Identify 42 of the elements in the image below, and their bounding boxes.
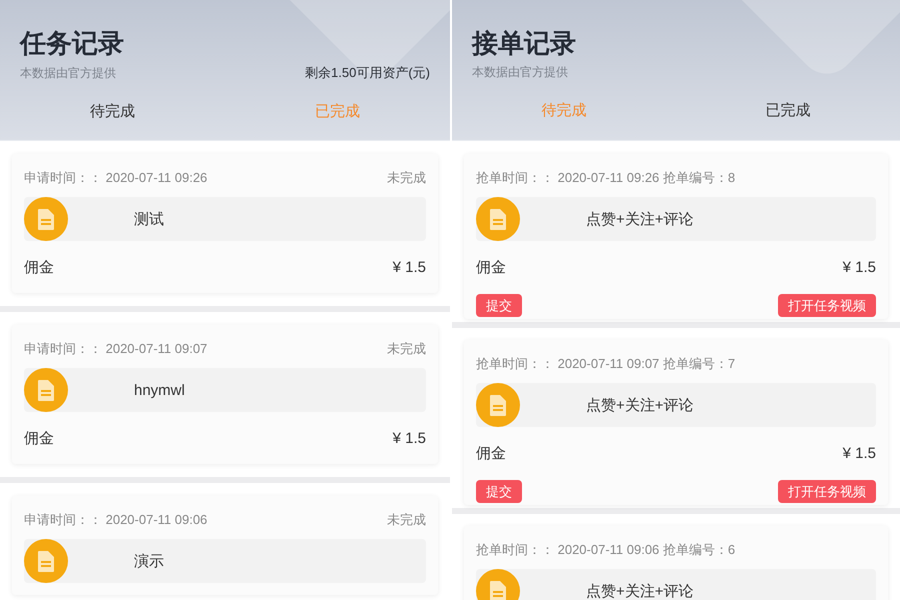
- document-icon: [24, 539, 68, 583]
- tab[interactable]: 已完成: [766, 95, 810, 126]
- task-name: 测试: [134, 210, 164, 228]
- time-text: 申请时间：： 2020-07-11 09:26: [24, 169, 208, 187]
- time-text: 申请时间：： 2020-07-11 09:06: [24, 511, 208, 529]
- task-name: hnymwl: [134, 382, 185, 398]
- commission-label: 佣金: [24, 429, 54, 449]
- status-text: 未完成: [387, 169, 426, 187]
- commission-amount: ¥ 1.5: [392, 429, 426, 449]
- status-text: 未完成: [387, 511, 426, 529]
- time-text: 抢单时间：： 2020-07-11 09:26 抢单编号：8: [476, 169, 736, 187]
- commission-amount: ¥ 1.5: [842, 444, 876, 464]
- subtitle: 本数据由官方提供: [20, 65, 116, 82]
- time-text: 抢单时间：： 2020-07-11 09:06 抢单编号：6: [476, 541, 736, 559]
- document-icon: [24, 197, 68, 241]
- commission-amount: ¥ 1.5: [392, 258, 426, 278]
- open-video-button[interactable]: 打开任务视频: [778, 480, 876, 503]
- tab[interactable]: 待完成: [90, 96, 135, 127]
- commission-label: 佣金: [476, 258, 506, 278]
- commission-label: 佣金: [476, 444, 506, 464]
- commission-amount: ¥ 1.5: [842, 258, 876, 278]
- submit-button[interactable]: 提交: [476, 480, 522, 503]
- commission-label: 佣金: [24, 258, 54, 278]
- page-title: 任务记录: [20, 27, 125, 60]
- status-text: 未完成: [387, 340, 426, 358]
- balance-text: 剩余1.50可用资产(元): [305, 64, 430, 82]
- time-text: 申请时间：： 2020-07-11 09:07: [24, 340, 208, 358]
- document-icon: [476, 197, 520, 241]
- tab[interactable]: 待完成: [542, 95, 586, 126]
- page-title: 接单记录: [472, 27, 577, 60]
- submit-button[interactable]: 提交: [476, 294, 522, 317]
- task-name: 演示: [134, 552, 164, 570]
- subtitle: 本数据由官方提供: [472, 64, 568, 81]
- document-icon: [476, 569, 520, 600]
- task-name: 点赞+关注+评论: [586, 210, 694, 228]
- task-name: 点赞+关注+评论: [586, 396, 694, 414]
- time-text: 抢单时间：： 2020-07-11 09:07 抢单编号：7: [476, 355, 736, 373]
- tab[interactable]: 已完成: [315, 96, 360, 127]
- task-name: 点赞+关注+评论: [586, 582, 694, 600]
- document-icon: [476, 383, 520, 427]
- document-icon: [24, 368, 68, 412]
- open-video-button[interactable]: 打开任务视频: [778, 294, 876, 317]
